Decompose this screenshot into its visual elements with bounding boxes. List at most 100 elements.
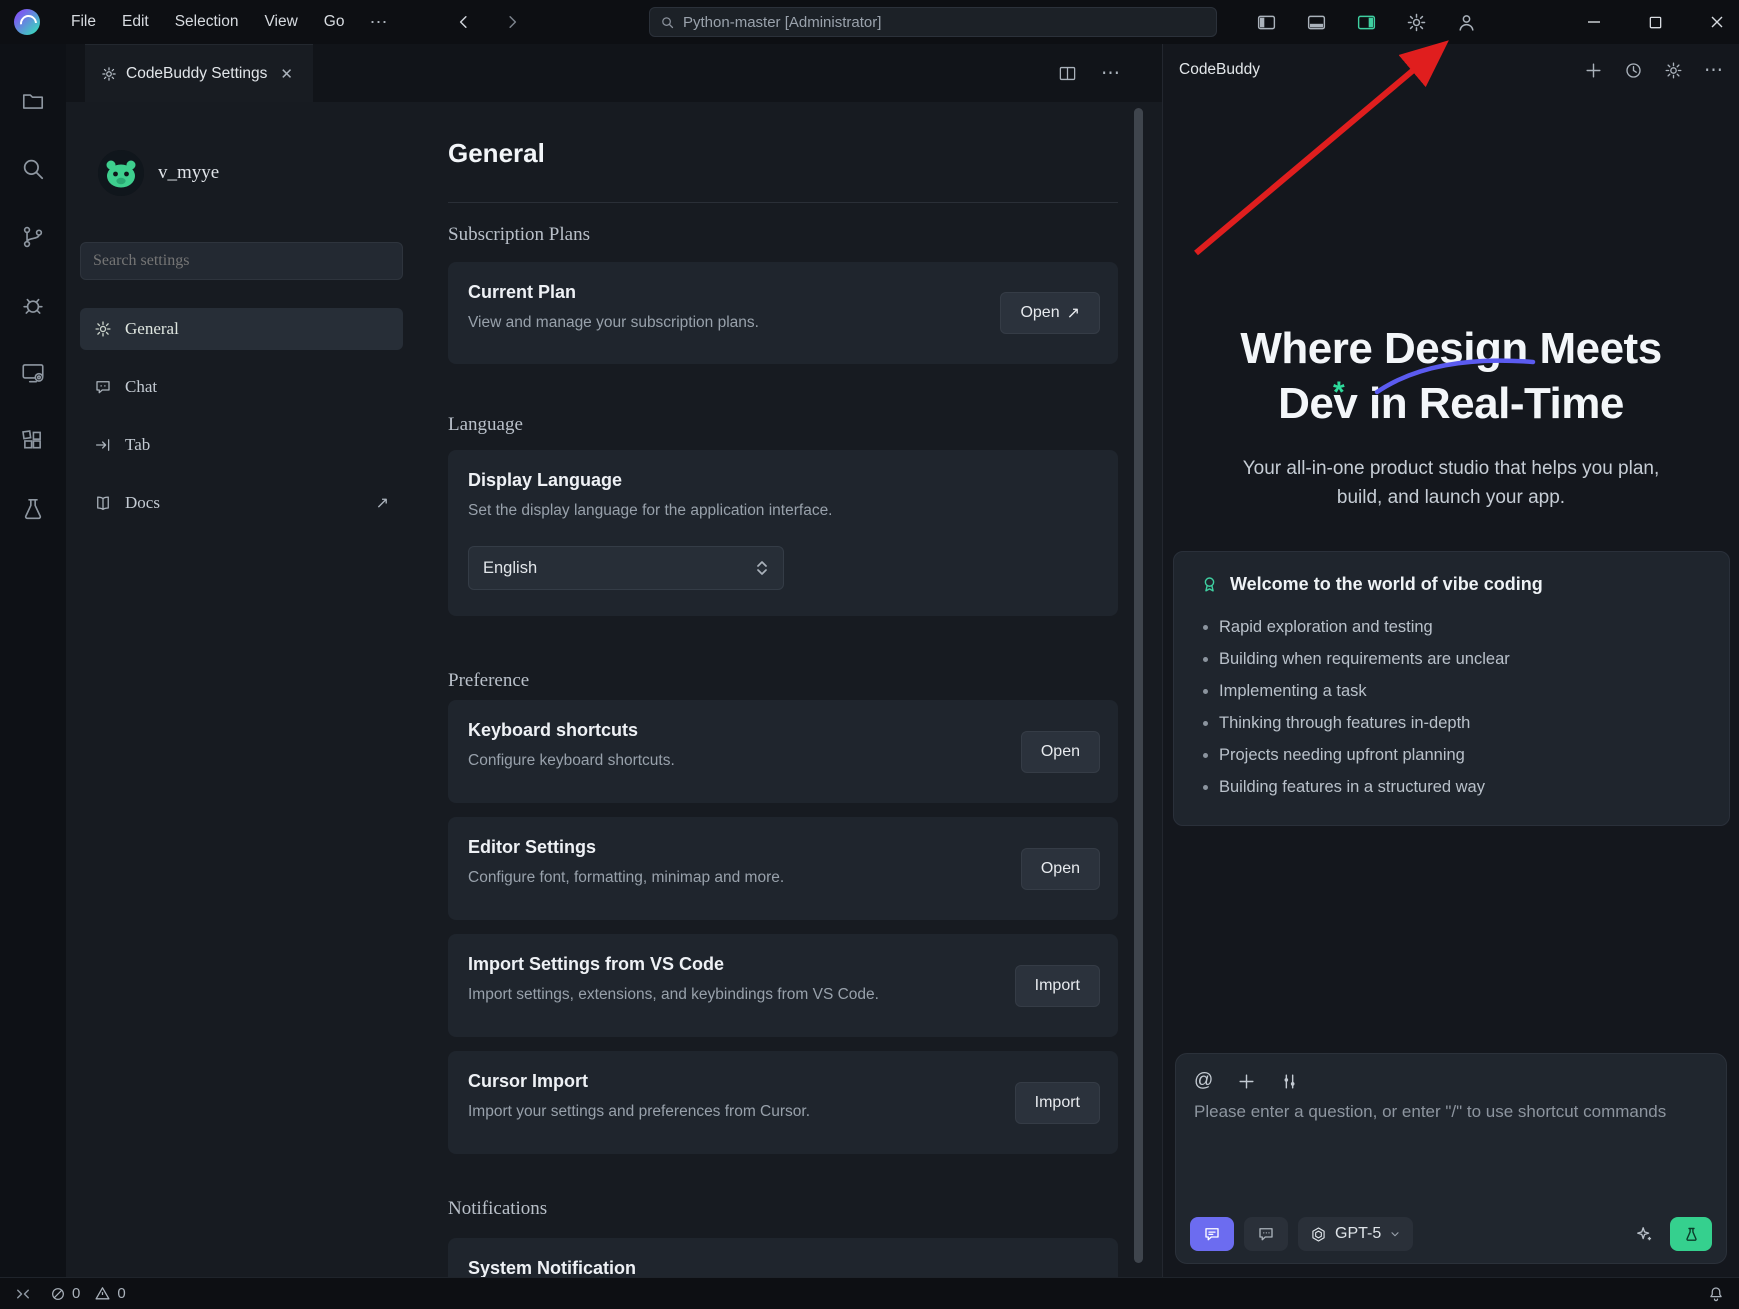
settings-nav-label: Chat <box>125 377 157 397</box>
attach-plus-icon[interactable] <box>1237 1072 1256 1091</box>
account-icon[interactable] <box>1456 12 1477 33</box>
activity-bar <box>0 44 66 1277</box>
scrollbar-thumb[interactable] <box>1134 108 1143 1263</box>
tab-label: CodeBuddy Settings <box>126 65 267 83</box>
external-link-icon: ↗ <box>1067 303 1080 323</box>
gear-icon <box>94 320 112 338</box>
history-icon[interactable] <box>1624 61 1643 80</box>
card-description: View and manage your subscription plans. <box>468 314 759 332</box>
error-count: 0 <box>72 1285 80 1302</box>
window-close-button[interactable] <box>1709 14 1725 30</box>
chat-mode-button[interactable] <box>1190 1217 1234 1251</box>
quick-chat-mode-button[interactable] <box>1244 1217 1288 1251</box>
tools-sliders-icon[interactable] <box>1280 1072 1299 1091</box>
notifications-bell-icon[interactable] <box>1707 1285 1725 1303</box>
settings-nav-chat[interactable]: Chat <box>80 366 403 408</box>
divider <box>448 202 1118 203</box>
editor-more-actions-icon[interactable]: ⋯ <box>1101 62 1120 85</box>
menu-more-icon[interactable]: ⋯ <box>357 12 399 33</box>
extensions-icon[interactable] <box>20 428 46 454</box>
menu-edit[interactable]: Edit <box>109 0 162 44</box>
list-item: Rapid exploration and testing <box>1200 611 1703 643</box>
account-row: v_myye <box>98 150 219 196</box>
display-language-select[interactable]: English <box>468 546 784 590</box>
open-editor-settings-button[interactable]: Open <box>1021 848 1100 890</box>
toggle-primary-sidebar-icon[interactable] <box>1256 12 1277 33</box>
settings-search-box[interactable] <box>80 242 403 280</box>
settings-nav-docs[interactable]: Docs ↗ <box>80 482 403 524</box>
warnings-icon <box>94 1285 111 1302</box>
settings-content: General Subscription Plans Current Plan … <box>448 102 1118 1277</box>
section-heading-language: Language <box>448 414 523 436</box>
remote-indicator-icon[interactable] <box>14 1285 32 1303</box>
search-sidebar-icon[interactable] <box>20 156 46 182</box>
settings-nav-tab[interactable]: Tab <box>80 424 403 466</box>
settings-nav-label: Tab <box>125 435 150 455</box>
enhance-sparkle-icon[interactable] <box>1634 1224 1654 1244</box>
search-icon <box>660 15 675 30</box>
card-description: Set the display language for the applica… <box>468 502 833 520</box>
history-forward-icon[interactable] <box>503 13 521 31</box>
problems-indicator[interactable]: 0 0 <box>50 1285 126 1302</box>
tab-key-icon <box>94 436 112 454</box>
settings-search-input[interactable] <box>93 252 390 270</box>
card-title: Keyboard shortcuts <box>468 720 638 741</box>
username-label: v_myye <box>158 162 219 184</box>
card-title: Current Plan <box>468 282 576 303</box>
menu-file[interactable]: File <box>58 0 109 44</box>
menu-view[interactable]: View <box>251 0 310 44</box>
menu-selection[interactable]: Selection <box>162 0 252 44</box>
chat-input-card: @ GPT-5 <box>1175 1053 1727 1264</box>
settings-nav-general[interactable]: General <box>80 308 403 350</box>
card-vscode-import: Import Settings from VS Code Import sett… <box>448 934 1118 1037</box>
card-title: Cursor Import <box>468 1071 588 1092</box>
card-cursor-import: Cursor Import Import your settings and p… <box>448 1051 1118 1154</box>
toggle-secondary-sidebar-icon[interactable] <box>1356 12 1377 33</box>
card-description: Import settings, extensions, and keybind… <box>468 986 879 1004</box>
model-selector[interactable]: GPT-5 <box>1298 1217 1413 1251</box>
settings-scrollbar[interactable] <box>1134 108 1143 1263</box>
chevron-down-icon <box>1389 1228 1401 1240</box>
card-description: Configure font, formatting, minimap and … <box>468 869 784 887</box>
card-current-plan: Current Plan View and manage your subscr… <box>448 262 1118 364</box>
settings-gear-icon[interactable] <box>1406 12 1427 33</box>
new-chat-icon[interactable] <box>1584 61 1603 80</box>
window-minimize-button[interactable] <box>1586 14 1602 30</box>
command-search-box[interactable] <box>649 7 1217 37</box>
testing-icon[interactable] <box>20 496 46 522</box>
remote-explorer-icon[interactable] <box>20 360 46 386</box>
codebuddy-panel: CodeBuddy ⋯ Where Design Meets Dev in Re… <box>1162 44 1739 1277</box>
list-item: Projects needing upfront planning <box>1200 739 1703 771</box>
book-icon <box>94 494 112 512</box>
import-vscode-button[interactable]: Import <box>1015 965 1100 1007</box>
split-editor-icon[interactable] <box>1058 64 1077 83</box>
window-maximize-button[interactable] <box>1648 15 1663 30</box>
chat-message-input[interactable] <box>1194 1102 1708 1164</box>
section-heading-subscription: Subscription Plans <box>448 224 590 246</box>
mention-icon[interactable]: @ <box>1194 1070 1213 1092</box>
settings-nav-label: General <box>125 319 179 339</box>
source-control-icon[interactable] <box>20 224 46 250</box>
run-debug-icon[interactable] <box>20 292 46 318</box>
send-button[interactable] <box>1670 1217 1712 1251</box>
explorer-icon[interactable] <box>20 88 46 114</box>
model-logo-icon <box>1310 1226 1327 1243</box>
open-keyboard-shortcuts-button[interactable]: Open <box>1021 731 1100 773</box>
history-back-icon[interactable] <box>455 13 473 31</box>
card-system-notification: System Notification <box>448 1238 1118 1277</box>
menu-go[interactable]: Go <box>311 0 358 44</box>
card-keyboard-shortcuts: Keyboard shortcuts Configure keyboard sh… <box>448 700 1118 803</box>
gear-icon <box>101 66 117 82</box>
toggle-panel-icon[interactable] <box>1306 12 1327 33</box>
command-search-input[interactable] <box>683 14 1206 31</box>
list-item: Building when requirements are unclear <box>1200 643 1703 675</box>
panel-more-icon[interactable]: ⋯ <box>1704 59 1723 82</box>
panel-settings-gear-icon[interactable] <box>1664 61 1683 80</box>
section-heading-notifications: Notifications <box>448 1198 547 1220</box>
import-cursor-button[interactable]: Import <box>1015 1082 1100 1124</box>
panel-title: CodeBuddy <box>1179 61 1260 79</box>
tab-codebuddy-settings[interactable]: CodeBuddy Settings ✕ <box>85 44 313 102</box>
editor-area: CodeBuddy Settings ✕ ⋯ v_myye <box>66 44 1162 1277</box>
tab-close-icon[interactable]: ✕ <box>276 63 297 85</box>
open-plan-button[interactable]: Open ↗ <box>1000 292 1100 334</box>
